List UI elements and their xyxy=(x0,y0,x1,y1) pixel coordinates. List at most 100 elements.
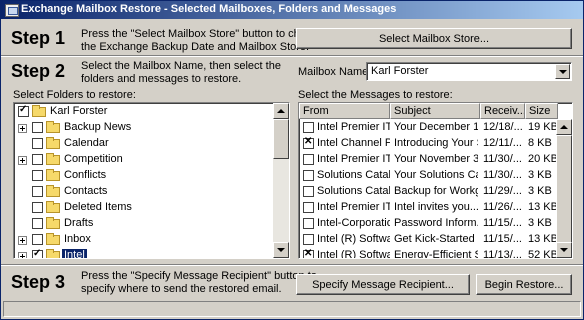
message-subject: Get Kick-Started o... xyxy=(394,233,478,245)
folder-tree-item[interactable]: Conflicts xyxy=(14,168,289,184)
message-row[interactable]: Solutions Catal... Backup for Workgr... 11… xyxy=(299,184,558,200)
message-subject: Intel invites you... xyxy=(394,201,478,213)
scroll-thumb[interactable] xyxy=(556,135,572,243)
folder-checkbox[interactable] xyxy=(32,122,43,133)
scroll-down-button[interactable] xyxy=(556,242,572,258)
folder-checkbox[interactable] xyxy=(18,104,29,117)
message-received: 11/29/... xyxy=(483,185,522,197)
folder-tree-scrollbar[interactable] xyxy=(273,103,289,258)
step2-label: Step 2 xyxy=(11,61,66,81)
folder-tree[interactable]: Karl Forster Backup News Calendar Competiti… xyxy=(13,102,290,259)
message-checkbox[interactable] xyxy=(303,136,314,149)
folder-label: Competition xyxy=(64,153,123,165)
folder-tree-item[interactable]: Calendar xyxy=(14,136,289,152)
restore-window: Exchange Mailbox Restore - Selected Mail… xyxy=(0,0,584,320)
folder-tree-item[interactable]: Drafts xyxy=(14,216,289,232)
column-header[interactable]: Receiv... xyxy=(480,103,525,119)
begin-restore-button[interactable]: Begin Restore... xyxy=(476,274,572,295)
message-subject: Your November 3... xyxy=(394,153,478,165)
chevron-down-icon[interactable] xyxy=(555,64,570,79)
expand-icon[interactable] xyxy=(18,236,27,245)
folder-tree-item[interactable]: Backup News xyxy=(14,120,289,136)
message-checkbox[interactable] xyxy=(303,218,314,229)
message-checkbox[interactable] xyxy=(303,170,314,181)
column-header[interactable]: Subject xyxy=(390,103,480,119)
title-bar[interactable]: Exchange Mailbox Restore - Selected Mail… xyxy=(1,1,583,19)
specify-message-recipient-button[interactable]: Specify Message Recipient... xyxy=(296,274,470,295)
folder-icon xyxy=(46,201,60,213)
step1-label: Step 1 xyxy=(11,28,66,48)
message-checkbox[interactable] xyxy=(303,186,314,197)
step2-description: Select the Mailbox Name, then select the… xyxy=(81,60,281,86)
message-row[interactable]: Intel-Corporatio... Password Inform... 11/… xyxy=(299,216,558,232)
message-from: Intel Channel P... xyxy=(317,137,390,149)
expand-icon[interactable] xyxy=(18,124,27,133)
message-checkbox[interactable] xyxy=(303,248,314,258)
folder-icon xyxy=(46,153,60,165)
folder-label: Drafts xyxy=(64,217,94,229)
column-header[interactable]: Size xyxy=(525,103,558,119)
expand-icon[interactable] xyxy=(18,156,27,165)
message-from: Solutions Catal... xyxy=(317,185,390,197)
folder-checkbox[interactable] xyxy=(32,170,43,181)
folder-tree-item[interactable]: Inbox xyxy=(14,232,289,248)
folder-checkbox[interactable] xyxy=(32,186,43,197)
window-title: Exchange Mailbox Restore - Selected Mail… xyxy=(21,3,397,15)
scroll-up-button[interactable] xyxy=(273,103,289,119)
step2-description-line1: Select the Mailbox Name, then select the xyxy=(81,60,281,72)
folder-label: Inbox xyxy=(64,233,91,245)
message-row[interactable]: Solutions Catal... Your Solutions Ca... 11… xyxy=(299,168,558,184)
message-from: Intel (R) Softwa... xyxy=(317,249,390,259)
message-list-scrollbar[interactable] xyxy=(556,119,572,258)
message-subject: Password Inform... xyxy=(394,217,478,229)
folder-label: Karl Forster xyxy=(50,105,108,117)
folder-icon xyxy=(46,121,60,133)
step1-description-line1: Press the "Select Mailbox Store" button … xyxy=(81,28,324,40)
message-from: Intel (R) Softwa... xyxy=(317,233,390,245)
step3-description: Press the "Specify Message Recipient" bu… xyxy=(81,270,317,296)
message-row[interactable]: Intel Channel P... Introducing Your S... 1… xyxy=(299,136,558,152)
step3-label: Step 3 xyxy=(11,272,66,292)
step3-description-line2: specify where to send the restored email… xyxy=(81,283,282,295)
message-row[interactable]: Intel Premier IT... Your November 3... 11/… xyxy=(299,152,558,168)
message-list[interactable]: From Subject Receiv... Size Intel Premier I… xyxy=(298,102,573,259)
message-checkbox[interactable] xyxy=(303,154,314,165)
message-checkbox[interactable] xyxy=(303,202,314,213)
message-from: Intel Premier IT... xyxy=(317,153,390,165)
message-row[interactable]: Intel (R) Softwa... Get Kick-Started o...… xyxy=(299,232,558,248)
folder-tree-item[interactable]: Deleted Items xyxy=(14,200,289,216)
folder-tree-item[interactable]: Karl Forster xyxy=(14,104,289,120)
scroll-thumb[interactable] xyxy=(273,119,289,159)
folder-tree-item[interactable]: Intel xyxy=(14,248,289,259)
expand-icon[interactable] xyxy=(18,252,27,258)
folder-label: Intel xyxy=(62,249,87,259)
message-row[interactable]: Intel Premier IT... Your December 1... 12/… xyxy=(299,120,558,136)
step1-description-line2: the Exchange Backup Date and Mailbox Sto… xyxy=(81,41,310,53)
message-received: 12/18/... xyxy=(483,121,523,133)
select-mailbox-store-button[interactable]: Select Mailbox Store... xyxy=(296,28,572,49)
message-received: 12/11/... xyxy=(483,137,522,149)
message-subject: Backup for Workgr... xyxy=(394,185,478,197)
folder-tree-item[interactable]: Contacts xyxy=(14,184,289,200)
folder-tree-item[interactable]: Competition xyxy=(14,152,289,168)
folder-checkbox[interactable] xyxy=(32,202,43,213)
step3-description-line1: Press the "Specify Message Recipient" bu… xyxy=(81,270,317,282)
scroll-up-button[interactable] xyxy=(556,119,572,135)
folder-checkbox[interactable] xyxy=(32,248,43,258)
mailbox-name-combo[interactable]: Karl Forster xyxy=(366,62,572,81)
message-subject: Your Solutions Ca... xyxy=(394,169,478,181)
message-received: 11/30/... xyxy=(483,169,522,181)
message-row[interactable]: Intel (R) Softwa... Energy-Efficient S...… xyxy=(299,248,558,259)
column-header[interactable]: From xyxy=(299,103,390,119)
folder-checkbox[interactable] xyxy=(32,154,43,165)
folder-checkbox[interactable] xyxy=(32,138,43,149)
message-checkbox[interactable] xyxy=(303,122,314,133)
folder-checkbox[interactable] xyxy=(32,218,43,229)
message-row[interactable]: Intel Premier IT... Intel invites you... 1… xyxy=(299,200,558,216)
message-received: 11/13/... xyxy=(483,249,522,259)
message-subject: Your December 1... xyxy=(394,121,478,133)
scroll-down-button[interactable] xyxy=(273,242,289,258)
message-received: 11/26/... xyxy=(483,201,522,213)
folder-checkbox[interactable] xyxy=(32,234,43,245)
message-checkbox[interactable] xyxy=(303,234,314,245)
